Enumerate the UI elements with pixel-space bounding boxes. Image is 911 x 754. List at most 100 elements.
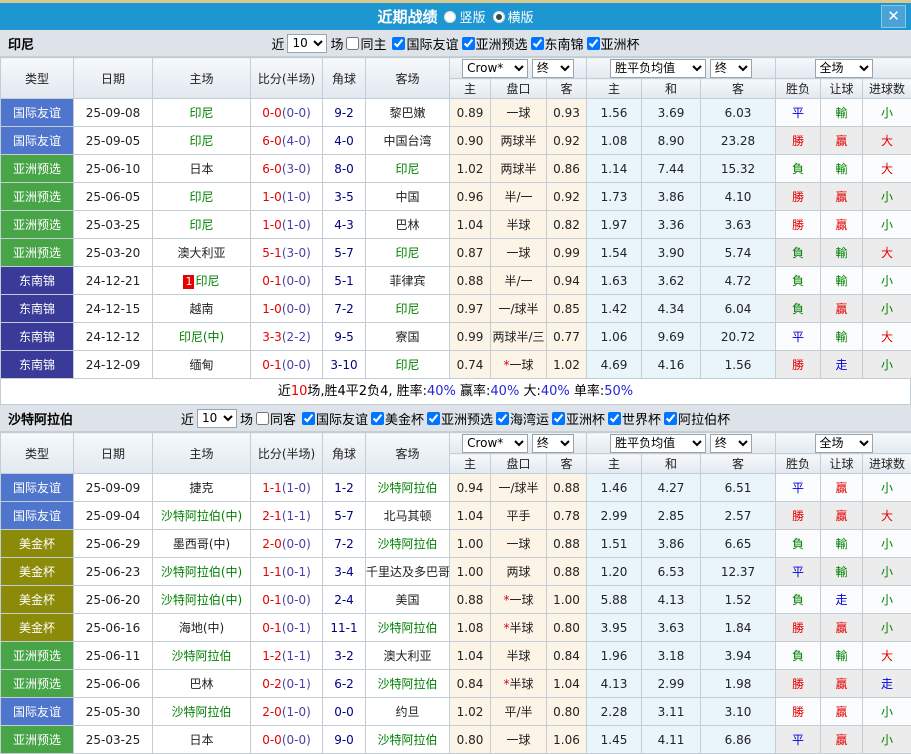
league-filter[interactable]: 阿拉伯杯 bbox=[664, 409, 730, 428]
handicap-cell: 两球 bbox=[490, 557, 547, 586]
away-team-name: 中国台湾 bbox=[383, 134, 432, 148]
odds-time-select[interactable]: 终 bbox=[531, 58, 574, 78]
match-row: 亚洲预选 25-03-20 澳大利亚 5-1(3-0) 5-7 印尼 0.87 一球 0.99 1… bbox=[0, 238, 911, 267]
same-venue-filter[interactable]: 同主 bbox=[346, 34, 386, 53]
result-cell: 平 bbox=[775, 473, 821, 502]
league-filter[interactable]: 美金杯 bbox=[370, 409, 424, 428]
handicap-result-cell: 贏 bbox=[820, 182, 863, 211]
col-handicap-result: 让球 bbox=[820, 78, 863, 99]
match-count-select[interactable]: 10 bbox=[287, 33, 328, 53]
league-filter[interactable]: 国际友谊 bbox=[301, 409, 368, 428]
handicap-result-cell: 輸 bbox=[820, 557, 863, 586]
away-team-name: 中国 bbox=[395, 190, 420, 204]
home-odds-cell: 1.00 bbox=[449, 529, 491, 558]
scope-group-header: 全场 bbox=[774, 432, 911, 454]
same-venue-checkbox[interactable] bbox=[346, 36, 360, 50]
reverse-handicap-star: * bbox=[503, 621, 510, 635]
fulltime-score: 5-1 bbox=[262, 245, 282, 260]
league-filter[interactable]: 亚洲预选 bbox=[461, 34, 528, 53]
col-type: 类型 bbox=[0, 57, 74, 99]
col-avg-home: 主 bbox=[586, 78, 642, 99]
handicap-cell: 半/一 bbox=[490, 266, 547, 295]
handicap-result-cell: 贏 bbox=[820, 294, 863, 323]
close-button[interactable]: ✕ bbox=[881, 5, 906, 28]
matches-body: 国际友谊 25-09-09 捷克 1-1(1-0) 1-2 沙特阿拉伯 0.94 一/球半 0.… bbox=[0, 473, 911, 754]
col-away: 客场 bbox=[365, 432, 450, 474]
league-checkbox[interactable] bbox=[301, 411, 315, 425]
league-checkbox[interactable] bbox=[608, 411, 622, 425]
avg-time-select[interactable]: 终 bbox=[709, 58, 752, 78]
league-checkbox[interactable] bbox=[496, 411, 510, 425]
result-cell: 平 bbox=[775, 98, 821, 127]
league-filter[interactable]: 东南锦 bbox=[530, 34, 584, 53]
home-team-name: 海地(中) bbox=[178, 621, 225, 635]
same-venue-filter[interactable]: 同客 bbox=[255, 409, 296, 428]
home-odds-cell: 0.87 bbox=[449, 238, 491, 267]
halftime-score: (1-0) bbox=[281, 189, 311, 204]
goal-result-cell: 大 bbox=[861, 126, 911, 155]
league-checkbox[interactable] bbox=[427, 411, 440, 425]
away-team-name: 巴林 bbox=[395, 218, 420, 232]
league-checkbox[interactable] bbox=[664, 411, 678, 425]
match-count-select[interactable]: 10 bbox=[196, 408, 237, 428]
league-checkbox[interactable] bbox=[370, 411, 384, 425]
league-filter[interactable]: 亚洲杯 bbox=[586, 34, 640, 53]
summary-row: 近10场,胜4平2负4, 胜率:40% 赢率:40% 大:40% 单率:50% bbox=[0, 379, 911, 405]
league-filters: 国际友谊 亚洲预选 东南锦 亚洲杯 bbox=[389, 34, 640, 53]
league-filter[interactable]: 亚洲杯 bbox=[552, 409, 605, 428]
avg-home-cell: 5.88 bbox=[586, 585, 642, 614]
layout-radio-vertical[interactable]: 竖版 bbox=[444, 7, 486, 26]
home-team-cell: 沙特阿拉伯 bbox=[152, 641, 251, 670]
away-odds-cell: 0.88 bbox=[546, 557, 587, 586]
home-team-cell: 印尼 bbox=[152, 210, 251, 239]
avg-home-cell: 1.63 bbox=[586, 266, 642, 295]
avg-draw-cell: 3.90 bbox=[641, 238, 701, 267]
league-filter[interactable]: 亚洲预选 bbox=[427, 409, 493, 428]
scope-select[interactable]: 全场 bbox=[814, 433, 873, 453]
league-label: 东南锦 bbox=[544, 37, 584, 53]
away-team-name: 印尼 bbox=[395, 358, 420, 372]
corner-cell: 4-3 bbox=[322, 210, 366, 239]
odds-source-select[interactable]: Crow* bbox=[462, 58, 529, 78]
match-row: 亚洲预选 25-06-05 印尼 1-0(1-0) 3-5 中国 0.96 半/一 0.92 1.… bbox=[0, 182, 911, 211]
score-cell: 0-1(0-1) bbox=[250, 613, 323, 642]
goal-result-cell: 大 bbox=[861, 322, 911, 351]
league-type-cell: 国际友谊 bbox=[0, 501, 74, 530]
league-filter[interactable]: 国际友谊 bbox=[392, 34, 459, 53]
avg-away-cell: 6.03 bbox=[700, 98, 776, 127]
league-filter[interactable]: 世界杯 bbox=[608, 409, 661, 428]
handicap-result-cell: 輸 bbox=[820, 238, 863, 267]
league-checkbox[interactable] bbox=[392, 36, 406, 50]
home-team-name: 澳大利亚 bbox=[177, 246, 226, 260]
layout-radio-horizontal[interactable]: 横版 bbox=[492, 7, 534, 26]
avg-home-cell: 1.45 bbox=[586, 725, 642, 754]
league-checkbox[interactable] bbox=[552, 411, 566, 425]
team-section: 印尼 近 10 场 同主 国际友谊 亚洲预选 东南锦 亚洲杯 类型 日期 主场 比分(… bbox=[0, 30, 911, 405]
avg-type-select[interactable]: 胜平负均值 bbox=[610, 433, 707, 453]
odds-source-select[interactable]: Crow* bbox=[462, 433, 529, 453]
col-date: 日期 bbox=[73, 57, 153, 99]
home-team-cell: 1 印尼 bbox=[152, 266, 251, 295]
league-filter[interactable]: 海湾运 bbox=[496, 409, 549, 428]
away-team-name: 沙特阿拉伯 bbox=[377, 537, 438, 551]
summary-segment: 40% bbox=[540, 384, 570, 399]
col-odds-away: 客 bbox=[546, 78, 587, 99]
avg-draw-cell: 4.27 bbox=[641, 473, 701, 502]
league-checkbox[interactable] bbox=[530, 36, 544, 50]
away-team-cell: 沙特阿拉伯 bbox=[365, 473, 450, 502]
home-odds-cell: 0.99 bbox=[449, 322, 491, 351]
scope-select[interactable]: 全场 bbox=[814, 58, 873, 78]
league-checkbox[interactable] bbox=[586, 36, 600, 50]
home-team-cell: 沙特阿拉伯(中) bbox=[152, 501, 251, 530]
avg-away-cell: 4.10 bbox=[700, 182, 776, 211]
halftime-score: (0-0) bbox=[281, 592, 311, 607]
league-checkbox[interactable] bbox=[461, 36, 475, 50]
away-odds-cell: 0.82 bbox=[546, 210, 587, 239]
avg-type-select[interactable]: 胜平负均值 bbox=[610, 58, 707, 78]
avg-time-select[interactable]: 终 bbox=[709, 433, 752, 453]
avg-draw-cell: 2.85 bbox=[641, 501, 701, 530]
result-cell: 勝 bbox=[775, 210, 821, 239]
same-venue-checkbox[interactable] bbox=[255, 411, 269, 425]
odds-time-select[interactable]: 终 bbox=[531, 433, 574, 453]
score-cell: 0-2(0-1) bbox=[250, 669, 323, 698]
